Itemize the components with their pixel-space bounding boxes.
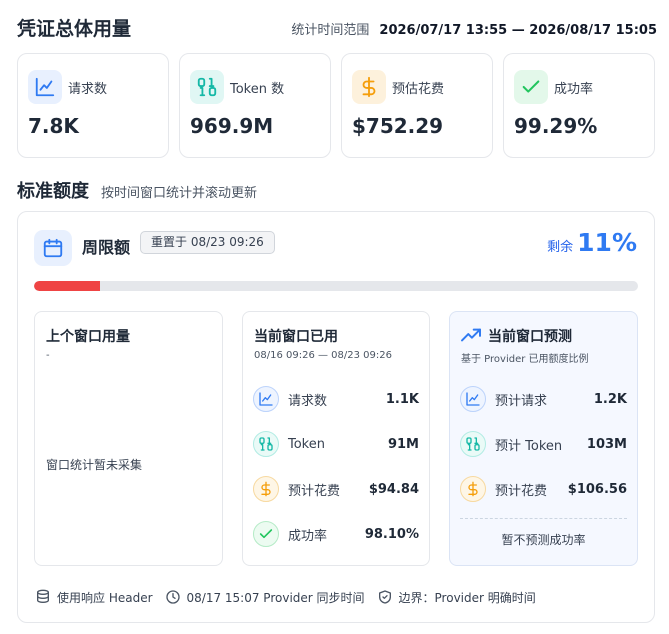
dollar-icon (253, 476, 279, 502)
card-cost: 预估花费 $752.29 (341, 53, 493, 158)
card-value: 99.29% (514, 114, 598, 138)
check-icon (253, 521, 279, 547)
card-requests: 请求数 7.8K (17, 53, 169, 158)
row-label: 预计 Token (495, 438, 563, 454)
row-label: 预计花费 (288, 483, 341, 499)
remaining-label: 剩余 (547, 240, 574, 255)
weekly-limit-panel: 周限额 重置于 08/23 09:26 剩余 11% 上个窗口用量 - 窗口统计暂… (17, 211, 655, 623)
card-label: 成功率 (554, 81, 594, 97)
box-title: 当前窗口已用 (254, 329, 338, 345)
dollar-icon (460, 476, 486, 502)
prediction-window-box: 当前窗口预测 基于 Provider 已用额度比例 预计请求 1.2K 预计 T… (449, 311, 638, 566)
clock-icon (165, 590, 180, 604)
row-value: 1.1K (385, 391, 419, 407)
shield-icon (378, 590, 391, 604)
box-subtitle: 08/16 09:26 — 08/23 09:26 (254, 350, 392, 361)
row-value: 98.10% (364, 526, 419, 542)
usage-progress-fill (34, 281, 101, 291)
list-item: 成功率 98.10% (253, 520, 419, 548)
card-tokens: Token 数 969.9M (179, 53, 331, 158)
list-item: 预计请求 1.2K (460, 385, 627, 413)
no-prediction-text: 暂不预测成功率 (501, 533, 586, 547)
footer-boundary-text: 边界：Provider 明确时间 (398, 590, 536, 605)
row-value: $106.56 (567, 481, 627, 497)
box-title: 当前窗口预测 (488, 329, 572, 345)
box-subtitle: - (46, 350, 50, 361)
card-label: 请求数 (68, 81, 108, 97)
list-item: Token 91M (253, 430, 419, 458)
box-title: 上个窗口用量 (46, 329, 130, 345)
row-value: 103M (586, 436, 627, 452)
remaining-indicator: 剩余 11% (547, 228, 637, 257)
calendar-icon (34, 230, 72, 266)
section-subtitle: 按时间窗口统计并滚动更新 (101, 186, 258, 201)
line-chart-icon (253, 386, 279, 412)
list-item: 请求数 1.1K (253, 385, 419, 413)
binary-icon (253, 431, 279, 457)
summary-cards: 请求数 7.8K Token 数 969.9M 预估花费 $752.29 成功率… (17, 53, 655, 158)
line-chart-icon (28, 70, 62, 104)
row-label: 预计请求 (495, 393, 548, 409)
no-data-text: 窗口统计暂未采集 (46, 458, 143, 472)
card-value: 969.9M (190, 114, 274, 138)
usage-progress-bar (34, 281, 638, 291)
list-item: 预计花费 $94.84 (253, 475, 419, 503)
card-value: 7.8K (28, 114, 79, 138)
row-value: 91M (387, 436, 419, 452)
quota-section-header: 标准额度 按时间窗口统计并滚动更新 (17, 177, 257, 203)
page-title: 凭证总体用量 (17, 18, 132, 40)
dollar-icon (352, 70, 386, 104)
page-header: 凭证总体用量 统计时间范围 2026/07/17 13:55 — 2026/08/… (17, 12, 657, 42)
row-label: Token (288, 436, 325, 452)
time-range-value: 2026/07/17 13:55 — 2026/08/17 15:05 (379, 23, 657, 38)
footer-sync-text: 08/17 15:07 Provider 同步时间 (186, 590, 365, 605)
time-range: 统计时间范围 2026/07/17 13:55 — 2026/08/17 15:0… (291, 19, 657, 38)
section-title: 标准额度 (17, 181, 89, 202)
binary-icon (190, 70, 224, 104)
limit-title: 周限额 (82, 238, 131, 257)
binary-icon (460, 431, 486, 457)
trending-up-icon (461, 328, 481, 342)
footer-header-text: 使用响应 Header (57, 590, 153, 605)
list-item: 预计花费 $106.56 (460, 475, 627, 503)
time-range-label: 统计时间范围 (291, 23, 370, 38)
line-chart-icon (460, 386, 486, 412)
row-value: $94.84 (368, 481, 419, 497)
card-label: 预估花费 (392, 81, 445, 97)
card-label: Token 数 (230, 81, 285, 97)
row-label: 请求数 (288, 393, 328, 409)
divider (460, 518, 627, 519)
card-value: $752.29 (352, 114, 444, 138)
check-icon (514, 70, 548, 104)
box-subtitle: 基于 Provider 已用额度比例 (461, 354, 589, 365)
current-window-box: 当前窗口已用 08/16 09:26 — 08/23 09:26 请求数 1.1… (242, 311, 430, 566)
row-value: 1.2K (593, 391, 627, 407)
panel-footer: 使用响应 Header 08/17 15:07 Provider 同步时间 边界… (35, 586, 548, 608)
row-label: 预计花费 (495, 483, 548, 499)
database-icon (37, 589, 49, 603)
reset-badge: 重置于 08/23 09:26 (140, 231, 275, 254)
remaining-value: 11% (577, 228, 637, 257)
list-item: 预计 Token 103M (460, 430, 627, 458)
row-label: 成功率 (288, 528, 328, 544)
card-success-rate: 成功率 99.29% (503, 53, 655, 158)
previous-window-box: 上个窗口用量 - 窗口统计暂未采集 (34, 311, 223, 566)
